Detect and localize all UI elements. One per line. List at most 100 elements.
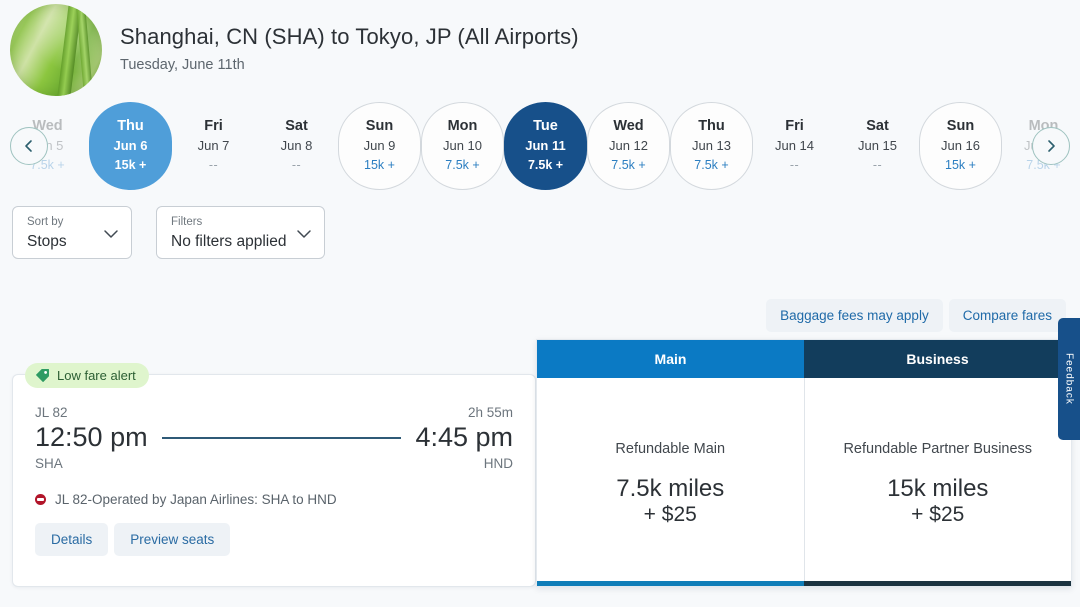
filters-select[interactable]: Filters No filters applied bbox=[156, 206, 326, 259]
origin-airport-code: SHA bbox=[35, 456, 63, 471]
tab-business[interactable]: Business bbox=[804, 340, 1071, 378]
fare-options: Refundable Main 7.5k miles + $25 Refunda… bbox=[537, 378, 1071, 581]
arrival-time: 4:45 pm bbox=[415, 422, 513, 452]
date-pill-miles: -- bbox=[789, 158, 800, 173]
carousel-prev-button[interactable] bbox=[10, 127, 48, 165]
date-pill-date: Jun 9 bbox=[363, 138, 396, 154]
sort-by-label: Sort by bbox=[27, 216, 64, 228]
fare-miles: 7.5k miles bbox=[616, 475, 725, 502]
flight-number: JL 82 bbox=[35, 405, 68, 420]
date-pill-miles: 7.5k + bbox=[527, 158, 564, 173]
date-pill-jun-10[interactable]: Mon Jun 10 7.5k + bbox=[421, 102, 504, 190]
controls-row: Sort by Stops Filters No filters applied bbox=[0, 198, 1080, 259]
header-text-block: Shanghai, CN (SHA) to Tokyo, JP (All Air… bbox=[120, 23, 579, 77]
chevron-down-icon bbox=[104, 229, 118, 238]
airline-logo-icon bbox=[35, 494, 46, 505]
page-title: Shanghai, CN (SHA) to Tokyo, JP (All Air… bbox=[120, 24, 579, 50]
fare-option-business[interactable]: Refundable Partner Business 15k miles + … bbox=[803, 378, 1072, 581]
date-pill-date: Jun 12 bbox=[608, 138, 649, 154]
flight-card-actions: Details Preview seats bbox=[35, 523, 513, 556]
date-pill-miles: 7.5k + bbox=[694, 158, 729, 173]
flight-duration: 2h 55m bbox=[467, 405, 513, 420]
chevron-down-icon bbox=[297, 229, 312, 238]
date-pill-miles: 15k + bbox=[364, 158, 395, 173]
date-pill-jun-12[interactable]: Wed Jun 12 7.5k + bbox=[587, 102, 670, 190]
date-pill-jun-13[interactable]: Thu Jun 13 7.5k + bbox=[670, 102, 753, 190]
date-pill-weekday: Sun bbox=[365, 117, 394, 134]
flight-result-card[interactable]: Low fare alert JL 82 2h 55m 12:50 pm 4:4… bbox=[12, 363, 536, 587]
date-pill-weekday: Fri bbox=[785, 117, 804, 134]
date-pill-weekday: Thu bbox=[117, 117, 144, 134]
flight-path-line bbox=[161, 436, 402, 439]
sort-by-value: Stops bbox=[27, 233, 67, 251]
date-pill-date: Jun 14 bbox=[774, 138, 815, 154]
filters-label: Filters bbox=[171, 216, 203, 228]
date-pill-date: Jun 10 bbox=[442, 138, 483, 154]
date-pill-miles: -- bbox=[872, 158, 883, 173]
filters-value: No filters applied bbox=[171, 233, 287, 251]
date-pill-weekday: Sat bbox=[866, 117, 889, 134]
date-pill-miles: 15k + bbox=[945, 158, 976, 173]
accent-bar-business bbox=[804, 581, 1071, 586]
details-button[interactable]: Details bbox=[35, 523, 109, 556]
date-pill-jun-11[interactable]: Tue Jun 11 7.5k + bbox=[504, 102, 587, 190]
fare-panel: Main Business Refundable Main 7.5k miles… bbox=[536, 339, 1072, 587]
date-pill-miles: 7.5k + bbox=[445, 158, 480, 173]
date-pill-weekday: Fri bbox=[204, 117, 223, 134]
baggage-fees-button[interactable]: Baggage fees may apply bbox=[766, 299, 943, 332]
date-pill-weekday: Sat bbox=[285, 117, 308, 134]
date-pill-date: Jun 8 bbox=[280, 138, 313, 154]
utility-buttons: Baggage fees may apply Compare fares bbox=[766, 299, 1066, 332]
date-carousel: WedJun 57.5k +ThuJun 615k +FriJun 7--Sat… bbox=[0, 94, 1080, 198]
flight-times-row: 12:50 pm 4:45 pm bbox=[35, 422, 513, 453]
fare-option-main[interactable]: Refundable Main 7.5k miles + $25 bbox=[537, 378, 804, 581]
date-pill-date: Jun 15 bbox=[857, 138, 898, 154]
travel-date-label: Tuesday, June 11th bbox=[120, 56, 245, 73]
operated-by-row: JL 82-Operated by Japan Airlines: SHA to… bbox=[35, 492, 513, 507]
low-fare-alert-text: Low fare alert bbox=[57, 368, 136, 383]
date-pill-miles: 15k + bbox=[114, 158, 147, 173]
date-pill-date: Jun 13 bbox=[691, 138, 732, 154]
date-pill-date: Jun 11 bbox=[525, 138, 566, 154]
date-pill-jun-9[interactable]: Sun Jun 9 15k + bbox=[338, 102, 421, 190]
date-pill-jun-14[interactable]: Fri Jun 14 -- bbox=[753, 102, 836, 190]
carousel-next-button[interactable] bbox=[1032, 127, 1070, 165]
operated-by-text: JL 82-Operated by Japan Airlines: SHA to… bbox=[55, 492, 337, 507]
carousel-track: WedJun 57.5k +ThuJun 615k +FriJun 7--Sat… bbox=[0, 94, 1080, 198]
date-pill-miles: -- bbox=[291, 158, 302, 173]
date-pill-weekday: Sun bbox=[946, 117, 975, 134]
page-header: Shanghai, CN (SHA) to Tokyo, JP (All Air… bbox=[0, 0, 1080, 96]
fare-name: Refundable Main bbox=[615, 441, 726, 457]
date-pill-jun-16[interactable]: Sun Jun 16 15k + bbox=[919, 102, 1002, 190]
fare-fee: + $25 bbox=[643, 502, 697, 526]
feedback-tab[interactable]: Feedback bbox=[1058, 318, 1080, 440]
date-pill-date: Jun 7 bbox=[197, 138, 230, 154]
flight-airports-row: SHA HND bbox=[35, 456, 513, 471]
date-pill-miles: 7.5k + bbox=[611, 158, 646, 173]
tab-main[interactable]: Main bbox=[537, 340, 804, 378]
fare-accent-bars bbox=[537, 581, 1071, 586]
date-pill-jun-15[interactable]: Sat Jun 15 -- bbox=[836, 102, 919, 190]
date-pill-date: Jun 16 bbox=[940, 138, 981, 154]
destination-airport-code: HND bbox=[483, 456, 513, 471]
date-pill-jun-8[interactable]: Sat Jun 8 -- bbox=[255, 102, 338, 190]
date-pill-weekday: Mon bbox=[447, 117, 478, 134]
date-pill-jun-6[interactable]: Thu Jun 6 15k + bbox=[89, 102, 172, 190]
date-pill-jun-7[interactable]: Fri Jun 7 -- bbox=[172, 102, 255, 190]
compare-fares-button[interactable]: Compare fares bbox=[948, 299, 1066, 332]
fare-tabs: Main Business bbox=[537, 340, 1071, 378]
fare-name: Refundable Partner Business bbox=[843, 441, 1033, 457]
avatar bbox=[10, 4, 102, 96]
flight-body: JL 82 2h 55m 12:50 pm 4:45 pm SHA HND JL… bbox=[13, 375, 535, 556]
fare-fee: + $25 bbox=[911, 502, 965, 526]
fare-miles: 15k miles bbox=[887, 475, 989, 502]
departure-time: 12:50 pm bbox=[35, 422, 148, 452]
date-pill-miles: -- bbox=[208, 158, 219, 173]
sort-by-select[interactable]: Sort by Stops bbox=[12, 206, 132, 259]
date-pill-weekday: Tue bbox=[533, 117, 558, 134]
accent-bar-main bbox=[537, 581, 804, 586]
price-tag-icon bbox=[36, 369, 49, 382]
flight-meta-row: JL 82 2h 55m bbox=[35, 405, 513, 420]
chevron-left-icon bbox=[25, 140, 32, 152]
preview-seats-button[interactable]: Preview seats bbox=[114, 523, 231, 556]
